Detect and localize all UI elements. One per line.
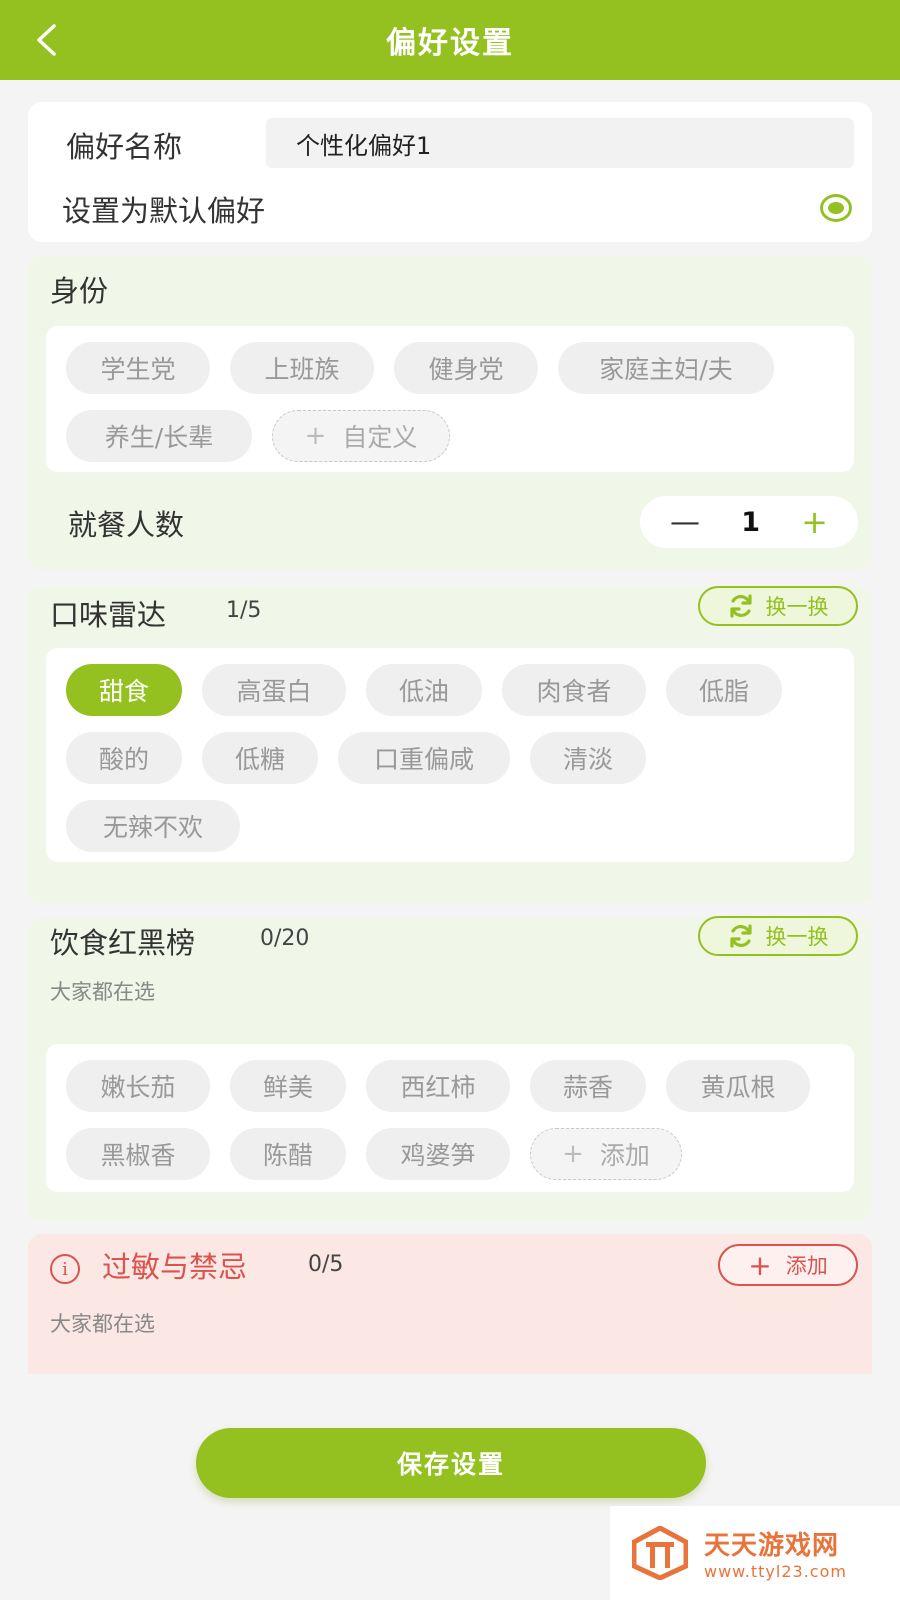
diet-tag[interactable]: 黑椒香 xyxy=(66,1128,210,1180)
diet-tag[interactable]: 西红柿 xyxy=(366,1060,510,1112)
diet-swap-label: 换一换 xyxy=(765,925,829,949)
taste-swap-label: 换一换 xyxy=(765,595,829,619)
bottom-bar: 保存设置 天天游戏网 www.ttyl23.com xyxy=(0,1374,900,1600)
default-preference-radio[interactable] xyxy=(820,194,852,222)
diners-label: 就餐人数 xyxy=(68,508,185,542)
preference-name-label: 偏好名称 xyxy=(66,130,183,164)
allergy-card: i 过敏与禁忌 0/5 大家都在选 + 添加 xyxy=(28,1234,872,1374)
taste-tag-panel: 甜食 高蛋白 低油 肉食者 低脂 酸的 低糖 口重偏咸 清淡 无辣不欢 xyxy=(46,648,854,862)
custom-label: 自定义 xyxy=(342,423,418,452)
save-settings-button[interactable]: 保存设置 xyxy=(196,1428,706,1498)
diet-swap-button[interactable]: 换一换 xyxy=(698,916,858,956)
taste-tag[interactable]: 肉食者 xyxy=(502,664,646,716)
taste-tag[interactable]: 高蛋白 xyxy=(202,664,346,716)
diet-counter: 0/20 xyxy=(260,926,310,951)
taste-tag[interactable]: 清淡 xyxy=(530,732,646,784)
refresh-icon xyxy=(729,924,752,948)
default-preference-label: 设置为默认偏好 xyxy=(62,194,266,228)
taste-title: 口味雷达 xyxy=(50,598,167,632)
taste-tag[interactable]: 口重偏咸 xyxy=(338,732,510,784)
taste-tag[interactable]: 低脂 xyxy=(666,664,782,716)
diet-tag[interactable]: 陈醋 xyxy=(230,1128,346,1180)
diet-tag[interactable]: 蒜香 xyxy=(530,1060,646,1112)
diet-list-card: 饮食红黑榜 0/20 大家都在选 换一换 嫩长茄 鲜美 西红柿 蒜香 黄瓜根 黑… xyxy=(28,916,872,1220)
diners-stepper: — 1 + xyxy=(640,496,858,548)
taste-tag-selected[interactable]: 甜食 xyxy=(66,664,182,716)
taste-swap-button[interactable]: 换一换 xyxy=(698,586,858,626)
allergy-counter: 0/5 xyxy=(308,1252,344,1277)
plus-icon: + xyxy=(304,421,327,451)
plus-icon: + xyxy=(562,1139,584,1169)
back-button[interactable] xyxy=(26,20,66,60)
logo-icon xyxy=(632,1526,688,1580)
custom-identity-button[interactable]: + 自定义 xyxy=(272,410,450,462)
identity-card: 身份 学生党 上班族 健身党 家庭主妇/夫 养生/长辈 + 自定义 就餐人数 —… xyxy=(28,256,872,570)
identity-tag[interactable]: 学生党 xyxy=(66,342,210,394)
preference-name-input[interactable] xyxy=(266,118,854,168)
diet-subtext: 大家都在选 xyxy=(50,980,155,1004)
identity-tag[interactable]: 上班族 xyxy=(230,342,374,394)
identity-title: 身份 xyxy=(50,274,109,308)
identity-tag[interactable]: 养生/长辈 xyxy=(66,410,252,462)
diet-tag[interactable]: 鲜美 xyxy=(230,1060,346,1112)
watermark-title: 天天游戏网 xyxy=(704,1531,840,1561)
identity-tag[interactable]: 家庭主妇/夫 xyxy=(558,342,774,394)
identity-tag[interactable]: 健身党 xyxy=(394,342,538,394)
app-header: 偏好设置 xyxy=(0,0,900,80)
taste-tag[interactable]: 酸的 xyxy=(66,732,182,784)
preference-name-card: 偏好名称 设置为默认偏好 xyxy=(28,102,872,242)
taste-tag[interactable]: 无辣不欢 xyxy=(66,800,240,852)
taste-radar-card: 口味雷达 1/5 换一换 甜食 高蛋白 低油 肉食者 低脂 酸的 低糖 口重偏咸… xyxy=(28,586,872,904)
diet-tag[interactable]: 鸡婆笋 xyxy=(366,1128,510,1180)
allergy-add-label: 添加 xyxy=(785,1254,828,1278)
info-icon: i xyxy=(50,1254,80,1284)
diet-add-button[interactable]: + 添加 xyxy=(530,1128,682,1180)
diet-title: 饮食红黑榜 xyxy=(50,926,196,960)
decrement-button[interactable]: — xyxy=(670,505,700,540)
allergy-title: 过敏与禁忌 xyxy=(102,1250,248,1284)
taste-counter: 1/5 xyxy=(226,598,262,623)
diet-tag[interactable]: 嫩长茄 xyxy=(66,1060,210,1112)
allergy-subtext: 大家都在选 xyxy=(50,1312,155,1336)
radio-selected-dot xyxy=(828,202,844,214)
taste-tag[interactable]: 低糖 xyxy=(202,732,318,784)
identity-tag-panel: 学生党 上班族 健身党 家庭主妇/夫 养生/长辈 + 自定义 xyxy=(46,326,854,472)
diet-tag[interactable]: 黄瓜根 xyxy=(666,1060,810,1112)
chevron-left-icon xyxy=(37,24,56,56)
watermark-url: www.ttyl23.com xyxy=(704,1562,847,1581)
increment-button[interactable]: + xyxy=(801,503,828,541)
taste-tag[interactable]: 低油 xyxy=(366,664,482,716)
watermark: 天天游戏网 www.ttyl23.com xyxy=(610,1506,900,1600)
diners-count: 1 xyxy=(741,506,760,538)
refresh-icon xyxy=(729,594,752,618)
allergy-add-button[interactable]: + 添加 xyxy=(718,1244,858,1286)
diet-tag-panel: 嫩长茄 鲜美 西红柿 蒜香 黄瓜根 黑椒香 陈醋 鸡婆笋 + 添加 xyxy=(46,1044,854,1192)
plus-icon: + xyxy=(748,1248,772,1282)
diet-add-label: 添加 xyxy=(599,1141,650,1170)
page-title: 偏好设置 xyxy=(386,26,514,61)
